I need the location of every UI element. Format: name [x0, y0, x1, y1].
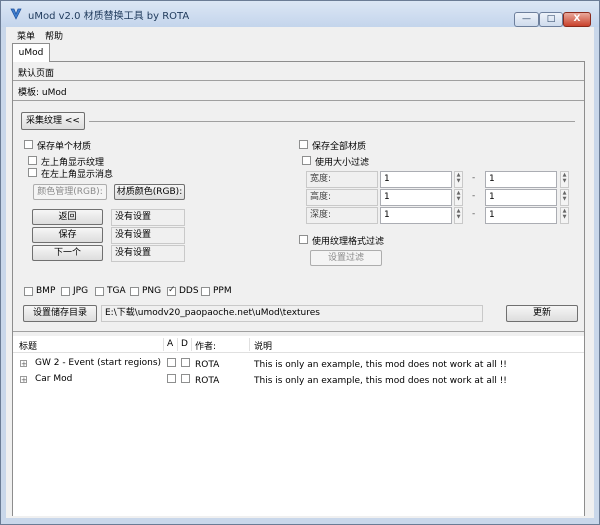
app-icon [10, 8, 22, 20]
save-key-field: 没有设置 [111, 227, 185, 244]
dds-checkbox[interactable] [167, 285, 176, 296]
menu-item-main[interactable]: 菜单 [17, 29, 35, 42]
section-divider [13, 331, 584, 332]
mod-a-checkbox[interactable] [167, 374, 176, 383]
bmp-checkbox[interactable] [24, 287, 33, 296]
range-dash: - [472, 173, 476, 183]
depth-max-spinner[interactable]: ▲ ▼ [560, 207, 569, 224]
material-color-button[interactable]: 材质颜色(RGB): [114, 184, 185, 200]
format-filter-label: 使用纹理格式过滤 [312, 237, 385, 247]
width-label: 宽度: [306, 171, 378, 188]
expand-icon[interactable]: + [20, 376, 27, 384]
mod-title: GW 2 - Event (start regions) [35, 358, 162, 368]
depth-min-input[interactable]: 1 [380, 207, 452, 224]
list-item[interactable]: + Car Mod ROTA This is only an example, … [13, 373, 584, 387]
list-item[interactable]: + GW 2 - Event (start regions) ROTA This… [13, 357, 584, 371]
bmp-label: BMP [36, 286, 56, 296]
mod-author: ROTA [195, 376, 220, 386]
height-max-spinner[interactable]: ▲ ▼ [560, 189, 569, 206]
column-divider [249, 338, 250, 351]
column-description[interactable]: 说明 [254, 339, 272, 352]
width-max-spinner[interactable]: ▲ ▼ [560, 171, 569, 188]
width-min-spinner[interactable]: ▲ ▼ [454, 171, 463, 188]
set-filter-button[interactable]: 设置过滤 [310, 250, 382, 266]
mod-description: This is only an example, this mod does n… [254, 376, 507, 386]
column-title[interactable]: 标题 [19, 339, 37, 352]
depth-min-spinner[interactable]: ▲ ▼ [454, 207, 463, 224]
mod-title: Car Mod [35, 374, 73, 384]
save-single-label: 保存单个材质 [37, 142, 92, 152]
tab-umod[interactable]: uMod [12, 43, 50, 62]
mod-author: ROTA [195, 360, 220, 370]
next-button[interactable]: 下一个 [32, 245, 103, 261]
maximize-button[interactable]: □ [539, 12, 563, 27]
show-message-checkbox[interactable] [28, 168, 37, 177]
column-a[interactable]: A [167, 339, 173, 349]
save-all-label: 保存全部材质 [312, 142, 367, 152]
mod-d-checkbox[interactable] [181, 374, 190, 383]
depth-max-input[interactable]: 1 [485, 207, 557, 224]
mod-d-checkbox[interactable] [181, 358, 190, 367]
template-label: 模板: uMod [18, 88, 67, 98]
tga-label: TGA [107, 286, 126, 296]
ppm-checkbox[interactable] [201, 287, 210, 296]
width-max-input[interactable]: 1 [485, 171, 557, 188]
minimize-button[interactable]: — [514, 12, 539, 27]
png-checkbox[interactable] [130, 287, 139, 296]
expand-icon[interactable]: + [20, 360, 27, 368]
size-filter-label: 使用大小过滤 [315, 158, 370, 168]
header-divider [13, 80, 584, 81]
column-d[interactable]: D [181, 339, 188, 349]
header-divider [13, 100, 584, 101]
height-min-spinner[interactable]: ▲ ▼ [454, 189, 463, 206]
default-page-label: 默认页面 [18, 69, 55, 79]
mod-description: This is only an example, this mod does n… [254, 360, 507, 370]
save-button[interactable]: 保存 [32, 227, 103, 243]
list-header [13, 336, 584, 353]
depth-label: 深度: [306, 207, 378, 224]
column-author[interactable]: 作者: [195, 339, 216, 352]
height-min-input[interactable]: 1 [380, 189, 452, 206]
range-dash: - [472, 209, 476, 219]
capture-divider [89, 121, 575, 122]
width-min-input[interactable]: 1 [380, 171, 452, 188]
mod-list: 标题 A D 作者: 说明 + GW 2 - Event (start regi… [13, 336, 584, 516]
storage-path-field: E:\下载\umodv20_paopaoche.net\uMod\texture… [101, 305, 483, 322]
tga-checkbox[interactable] [95, 287, 104, 296]
height-max-input[interactable]: 1 [485, 189, 557, 206]
jpg-checkbox[interactable] [61, 287, 70, 296]
capture-texture-button[interactable]: 采集纹理 << [21, 112, 85, 130]
save-all-checkbox[interactable] [299, 140, 308, 149]
range-dash: - [472, 191, 476, 201]
mod-a-checkbox[interactable] [167, 358, 176, 367]
update-button[interactable]: 更新 [506, 305, 578, 322]
set-storage-dir-button[interactable]: 设置储存目录 [23, 305, 97, 322]
column-divider [191, 338, 192, 351]
size-filter-checkbox[interactable] [302, 156, 311, 165]
column-divider [163, 338, 164, 351]
show-top-left-checkbox[interactable] [28, 156, 37, 165]
show-message-label: 在左上角显示消息 [41, 170, 114, 180]
menu-bar [6, 27, 594, 42]
png-label: PNG [142, 286, 162, 296]
height-label: 高度: [306, 189, 378, 206]
next-key-field: 没有设置 [111, 245, 185, 262]
window-title: uMod v2.0 材质替换工具 by ROTA [28, 11, 190, 22]
back-button[interactable]: 返回 [32, 209, 103, 225]
menu-item-help[interactable]: 帮助 [45, 29, 63, 42]
jpg-label: JPG [73, 286, 89, 296]
close-button[interactable]: X [563, 12, 591, 27]
format-filter-checkbox[interactable] [299, 235, 308, 244]
ppm-label: PPM [213, 286, 232, 296]
column-divider [177, 338, 178, 351]
save-single-checkbox[interactable] [24, 140, 33, 149]
dds-label: DDS [179, 286, 199, 296]
back-key-field: 没有设置 [111, 209, 185, 226]
color-manage-button[interactable]: 颜色管理(RGB): [33, 184, 107, 200]
